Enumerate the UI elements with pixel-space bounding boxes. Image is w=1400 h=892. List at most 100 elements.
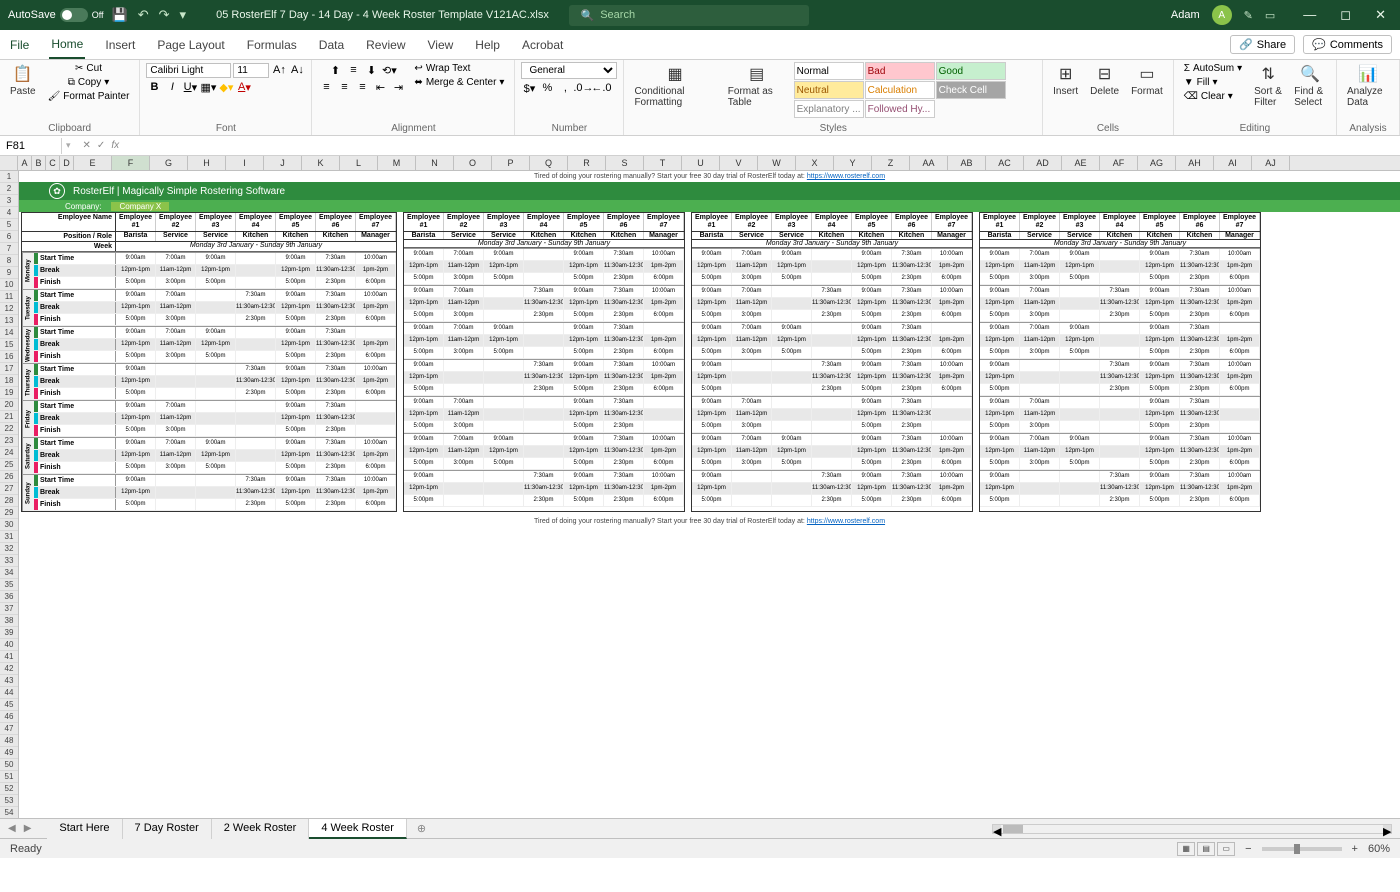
roster-cell[interactable] [444,372,484,383]
roster-cell[interactable] [812,397,852,408]
roster-cell[interactable]: 5:00pm [980,310,1020,321]
roster-cell[interactable] [812,273,852,284]
roster-cell[interactable] [932,397,972,408]
roster-cell[interactable]: 11:30am-12:30pm [892,446,932,457]
roster-cell[interactable]: 5:00pm [564,421,604,432]
roster-cell[interactable]: 11:30am-12:30pm [236,487,276,498]
row-header[interactable]: 54 [0,807,18,818]
roster-cell[interactable]: 7:00am [1020,249,1060,260]
row-header[interactable]: 23 [0,435,18,447]
roster-cell[interactable]: 7:30am [1180,286,1220,297]
roster-cell[interactable] [772,286,812,297]
roster-cell[interactable]: 9:00am [276,438,316,449]
align-top-icon[interactable]: ⬆ [327,62,343,78]
roster-cell[interactable]: 9:00am [196,253,236,264]
align-right-icon[interactable]: ≡ [354,79,370,95]
roster-cell[interactable]: 7:30am [604,397,644,408]
roster-cell[interactable]: 9:00am [196,327,236,338]
roster-cell[interactable]: 12pm-1pm [404,298,444,309]
roster-cell[interactable]: 11am-12pm [444,298,484,309]
roster-cell[interactable]: 5:00pm [404,347,444,358]
roster-cell[interactable]: 2:30pm [524,495,564,506]
roster-cell[interactable] [1100,434,1140,445]
roster-cell[interactable] [1020,384,1060,395]
roster-cell[interactable]: 9:00am [116,475,156,486]
roster-cell[interactable] [236,462,276,473]
roster-cell[interactable]: 2:30pm [316,277,356,288]
roster-cell[interactable]: 1pm-2pm [644,446,684,457]
roster-cell[interactable]: 7:30am [236,364,276,375]
roster-cell[interactable]: 11:30am-12:30pm [1180,483,1220,494]
roster-cell[interactable]: 3:00pm [444,347,484,358]
roster-cell[interactable]: 11am-12pm [1020,261,1060,272]
row-header[interactable]: 19 [0,387,18,399]
roster-cell[interactable]: 6:00pm [1220,310,1260,321]
roster-cell[interactable]: 7:30am [1100,286,1140,297]
style-cell[interactable]: Explanatory ... [794,100,864,118]
roster-cell[interactable]: 5:00pm [692,384,732,395]
roster-cell[interactable] [196,314,236,325]
roster-cell[interactable]: 10:00am [932,471,972,482]
roster-cell[interactable]: 7:30am [604,249,644,260]
roster-cell[interactable] [156,388,196,399]
col-header[interactable]: Z [872,156,910,170]
roster-cell[interactable]: 9:00am [564,360,604,371]
roster-cell[interactable]: 11:30am-12:30pm [1180,261,1220,272]
roster-cell[interactable]: 10:00am [356,253,396,264]
roster-cell[interactable]: 7:30am [892,471,932,482]
row-header[interactable]: 20 [0,399,18,411]
roster-cell[interactable]: 7:30am [812,471,852,482]
roster-cell[interactable] [524,421,564,432]
roster-cell[interactable]: 7:30am [604,471,644,482]
roster-cell[interactable]: 9:00am [980,397,1020,408]
roster-cell[interactable]: 9:00am [1140,360,1180,371]
roster-cell[interactable]: 9:00am [772,434,812,445]
roster-cell[interactable]: 6:00pm [932,495,972,506]
roster-cell[interactable]: 12pm-1pm [276,339,316,350]
roster-cell[interactable]: 9:00am [852,323,892,334]
roster-cell[interactable]: 5:00pm [484,347,524,358]
roster-cell[interactable]: 5:00pm [564,273,604,284]
roster-cell[interactable]: 11:30am-12:30pm [604,261,644,272]
roster-cell[interactable]: 7:30am [316,327,356,338]
increase-decimal-icon[interactable]: .0→ [575,80,591,96]
roster-cell[interactable]: 9:00am [404,434,444,445]
roster-cell[interactable]: 9:00am [1060,434,1100,445]
roster-cell[interactable] [1100,421,1140,432]
roster-cell[interactable] [732,372,772,383]
roster-cell[interactable] [772,384,812,395]
roster-cell[interactable]: 2:30pm [604,421,644,432]
roster-cell[interactable]: 2:30pm [236,388,276,399]
row-header[interactable]: 43 [0,675,18,687]
roster-cell[interactable] [444,495,484,506]
roster-cell[interactable] [524,249,564,260]
page-break-view-icon[interactable]: ▭ [1217,842,1235,856]
roster-cell[interactable]: 2:30pm [1180,384,1220,395]
roster-cell[interactable]: 11:30am-12:30pm [524,483,564,494]
roster-cell[interactable]: 12pm-1pm [692,261,732,272]
roster-cell[interactable]: 9:00am [276,253,316,264]
roster-cell[interactable]: 11:30am-12:30pm [316,339,356,350]
roster-cell[interactable]: 12pm-1pm [404,483,444,494]
roster-cell[interactable]: 9:00am [276,475,316,486]
roster-cell[interactable]: 11:30am-12:30pm [604,372,644,383]
enter-formula-icon[interactable]: ✓ [97,140,105,151]
roster-cell[interactable] [444,384,484,395]
roster-cell[interactable]: 7:30am [604,323,644,334]
roster-cell[interactable] [484,310,524,321]
roster-cell[interactable] [524,458,564,469]
roster-cell[interactable]: 9:00am [116,327,156,338]
roster-cell[interactable]: 12pm-1pm [276,265,316,276]
roster-cell[interactable]: 10:00am [644,249,684,260]
tab-next-icon[interactable]: ▶ [24,823,32,834]
roster-cell[interactable]: 9:00am [1140,397,1180,408]
roster-cell[interactable] [812,323,852,334]
roster-cell[interactable]: 6:00pm [356,277,396,288]
roster-cell[interactable] [444,483,484,494]
col-header[interactable]: G [150,156,188,170]
roster-cell[interactable]: 11:30am-12:30pm [1180,409,1220,420]
ribbon-tab-page-layout[interactable]: Page Layout [155,32,226,58]
roster-cell[interactable]: 5:00pm [276,462,316,473]
roster-cell[interactable]: 12pm-1pm [772,261,812,272]
col-header[interactable]: A [18,156,32,170]
